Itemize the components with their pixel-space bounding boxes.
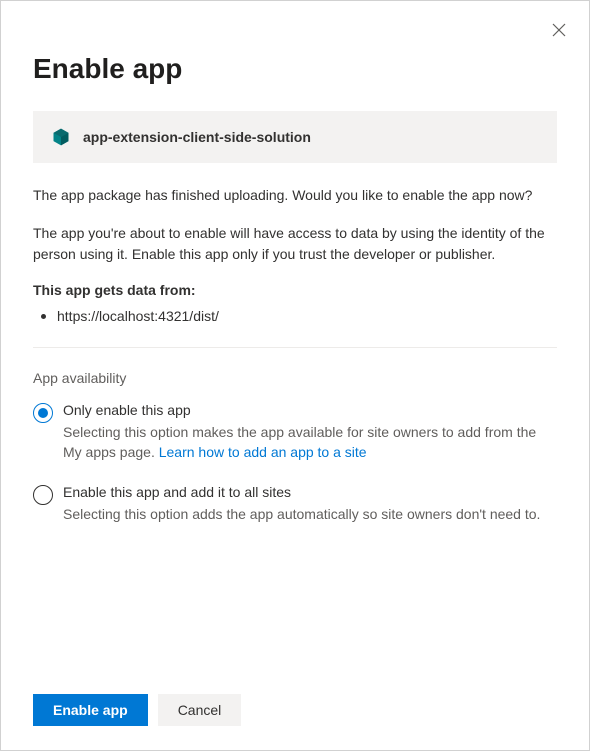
dialog-footer: Enable app Cancel — [33, 674, 557, 726]
cancel-button[interactable]: Cancel — [158, 694, 242, 726]
radio-enable-all-sites[interactable]: Enable this app and add it to all sites … — [33, 484, 557, 524]
radio-only-enable[interactable]: Only enable this app Selecting this opti… — [33, 402, 557, 463]
radio-indicator-icon — [33, 485, 53, 505]
enable-app-button[interactable]: Enable app — [33, 694, 148, 726]
radio-description: Selecting this option adds the app autom… — [63, 504, 557, 524]
radio-label: Enable this app and add it to all sites — [63, 484, 557, 500]
availability-radio-group: Only enable this app Selecting this opti… — [33, 402, 557, 525]
radio-body: Enable this app and add it to all sites … — [63, 484, 557, 524]
uploaded-message: The app package has finished uploading. … — [33, 185, 557, 205]
trust-message: The app you're about to enable will have… — [33, 223, 557, 264]
availability-heading: App availability — [33, 370, 557, 386]
radio-label: Only enable this app — [63, 402, 557, 418]
package-icon — [51, 127, 71, 147]
radio-indicator-icon — [33, 403, 53, 423]
data-from-label: This app gets data from: — [33, 282, 557, 298]
learn-link[interactable]: Learn how to add an app to a site — [159, 444, 367, 460]
dialog-title: Enable app — [33, 53, 557, 85]
app-info-bar: app-extension-client-side-solution — [33, 111, 557, 163]
enable-app-dialog: Enable app app-extension-client-side-sol… — [0, 0, 590, 751]
data-sources-list: https://localhost:4321/dist/ — [33, 306, 557, 327]
radio-description: Selecting this option makes the app avai… — [63, 422, 557, 463]
radio-body: Only enable this app Selecting this opti… — [63, 402, 557, 463]
data-source-item: https://localhost:4321/dist/ — [39, 306, 557, 327]
close-button[interactable] — [543, 15, 575, 47]
divider — [33, 347, 557, 348]
close-icon — [552, 23, 566, 40]
app-name: app-extension-client-side-solution — [83, 129, 311, 145]
